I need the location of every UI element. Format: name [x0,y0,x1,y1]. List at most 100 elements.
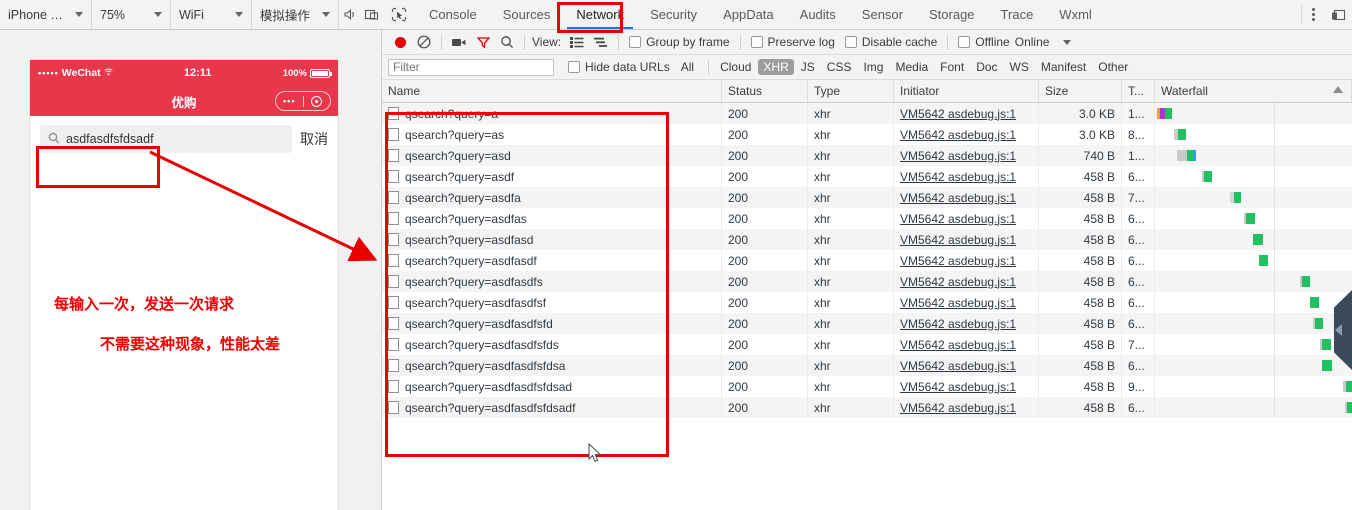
cell-time-text: 8... [1128,127,1145,142]
funnel-icon[interactable] [471,30,495,54]
simulate-action-label: 模拟操作 [259,9,310,23]
tab-trace[interactable]: Trace [988,0,1047,29]
sort-ascending-icon[interactable] [1333,86,1343,93]
hide-data-urls-checkbox[interactable]: Hide data URLs [568,60,670,74]
preserve-log-checkbox[interactable]: Preserve log [750,35,835,49]
filter-type-doc[interactable]: Doc [971,59,1002,75]
tab-wxml[interactable]: Wxml [1046,0,1105,29]
search-input[interactable]: asdfasdfsfdsadf [40,125,292,153]
filter-type-xhr[interactable]: XHR [758,59,794,75]
wechat-status-bar: ••••• WeChat 12:11 100% [30,60,338,86]
disable-cache-checkbox[interactable]: Disable cache [844,35,937,49]
dock-panel-icon[interactable] [1324,0,1352,29]
table-row[interactable]: qsearch?query=asdfa 200 xhr VM5642 asdebug.… [382,187,1352,208]
table-row[interactable]: qsearch?query=a 200 xhr VM5642 asdebug.js:1… [382,103,1352,418]
table-row[interactable]: qsearch?query=asdfasdfs 200 xhr VM5642 asde… [382,271,1352,292]
table-row[interactable]: qsearch?query=asd 200 xhr VM5642 asdebug.js… [382,145,1352,166]
filter-type-manifest[interactable]: Manifest [1036,59,1091,75]
more-vertical-icon[interactable] [1302,0,1324,29]
waterfall-bar [1230,192,1241,203]
screen-rotate-icon[interactable] [360,0,382,29]
throttling-selector[interactable]: Online [1015,35,1050,49]
waterfall-segment [1346,381,1352,392]
filter-type-all[interactable]: All [676,59,699,75]
magnifier-icon[interactable] [495,30,519,54]
tab-sensor[interactable]: Sensor [849,0,916,29]
devtools-window: iPhone 6 ... 75% WiFi 模拟操作 Console Sourc… [0,0,1352,510]
table-row[interactable]: qsearch?query=asdfasdfsfdsad 200 xhr VM5642… [382,376,1352,397]
waterfall-segment [1177,150,1187,161]
table-row[interactable]: qsearch?query=asdfasdfsfds 200 xhr VM5642 a… [382,334,1352,355]
table-row[interactable]: qsearch?query=asdfasd 200 xhr VM5642 asdebu… [382,229,1352,250]
waterfall-segment [1204,171,1212,182]
document-icon [388,107,399,120]
filter-type-media[interactable]: Media [890,59,933,75]
filter-type-ws[interactable]: WS [1005,59,1034,75]
tab-appdata[interactable]: AppData [710,0,787,29]
cell-initiator: VM5642 asdebug.js:1 [894,271,1039,292]
table-row[interactable]: qsearch?query=asdfasdf 200 xhr VM5642 asdeb… [382,250,1352,271]
cancel-button[interactable]: 取消 [300,129,328,149]
tab-console[interactable]: Console [416,0,490,29]
column-header-status[interactable]: Status [722,80,808,102]
request-name: qsearch?query=asd [405,148,511,163]
speaker-icon[interactable] [339,0,361,29]
cell-status-text: 200 [728,337,749,352]
filter-type-cloud[interactable]: Cloud [715,59,756,75]
cell-initiator: VM5642 asdebug.js:1 [894,208,1039,229]
network-type-selector[interactable]: WiFi [171,0,252,29]
column-header-time[interactable]: T... [1122,80,1155,102]
cell-time: 1... [1122,103,1155,124]
table-row[interactable]: qsearch?query=as 200 xhr VM5642 asdebug.js:… [382,124,1352,145]
filter-type-other[interactable]: Other [1093,59,1133,75]
record-circle-icon[interactable] [388,30,412,54]
filter-input[interactable] [388,58,554,76]
requests-row-list[interactable]: qsearch?query=a 200 xhr VM5642 asdebug.js:1… [382,103,1352,510]
column-header-size[interactable]: Size [1039,80,1122,102]
document-icon [388,128,399,141]
table-row[interactable]: qsearch?query=asdfasdfsfdsa 200 xhr VM5642 … [382,355,1352,376]
more-horizontal-icon[interactable]: ••• [276,96,303,106]
filter-type-js[interactable]: JS [796,59,820,75]
cell-type-text: xhr [814,274,831,289]
simulate-action-selector[interactable]: 模拟操作 [252,0,339,29]
tab-storage[interactable]: Storage [916,0,988,29]
cell-status-text: 200 [728,316,749,331]
tab-sources[interactable]: Sources [490,0,564,29]
column-header-type[interactable]: Type [808,80,894,102]
table-row[interactable]: qsearch?query=asdfasdfsf 200 xhr VM5642 asd… [382,292,1352,313]
column-header-waterfall[interactable]: Waterfall [1155,80,1352,102]
wechat-capsule-buttons[interactable]: ••• [275,91,331,111]
chevron-down-icon[interactable] [1063,39,1072,45]
tab-network[interactable]: Network [563,0,637,29]
device-selector-label: iPhone 6 ... [8,7,69,22]
waterfall-view-icon[interactable] [589,30,613,54]
toolbar-divider [618,34,620,50]
waterfall-segment [1322,360,1332,371]
filter-type-img[interactable]: Img [858,59,888,75]
device-selector[interactable]: iPhone 6 ... [0,0,92,29]
cell-size: 458 B [1039,208,1122,229]
offline-checkbox[interactable]: Offline [958,35,1010,49]
toolbar-divider [739,34,741,50]
table-row[interactable]: qsearch?query=asdfasdfsfd 200 xhr VM5642 as… [382,313,1352,334]
cell-size: 458 B [1039,397,1122,418]
table-row[interactable]: qsearch?query=asdfas 200 xhr VM5642 asdebug… [382,208,1352,229]
filter-type-css[interactable]: CSS [822,59,857,75]
clear-no-entry-icon[interactable] [412,30,436,54]
target-circle-icon[interactable] [304,95,331,107]
column-header-initiator[interactable]: Initiator [894,80,1039,102]
zoom-selector[interactable]: 75% [92,0,171,29]
camera-icon[interactable] [447,30,471,54]
group-by-frame-checkbox[interactable]: Group by frame [629,35,730,49]
request-name: qsearch?query=asdfasdfsfdsad [405,379,573,394]
filter-type-font[interactable]: Font [935,59,969,75]
tab-security[interactable]: Security [637,0,710,29]
chevron-down-icon [153,12,162,17]
table-row[interactable]: qsearch?query=asdf 200 xhr VM5642 asdebug.j… [382,166,1352,187]
inspect-cursor-icon[interactable] [382,0,416,29]
column-header-name[interactable]: Name [382,80,722,102]
tab-audits[interactable]: Audits [787,0,849,29]
table-row[interactable]: qsearch?query=asdfasdfsfdsadf 200 xhr VM564… [382,397,1352,418]
list-view-icon[interactable] [565,30,589,54]
